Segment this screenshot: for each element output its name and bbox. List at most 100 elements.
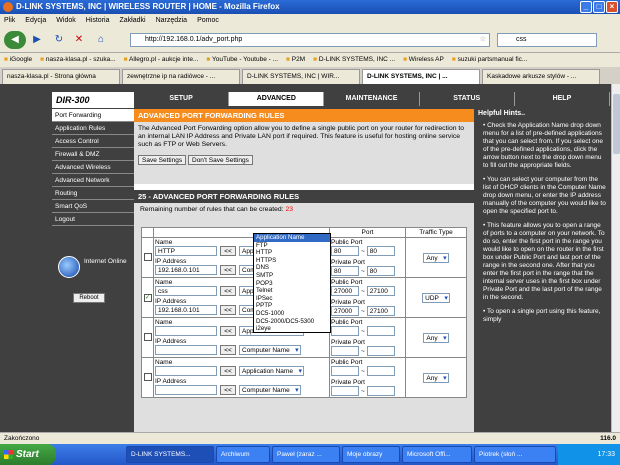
leftnav-access-control[interactable]: Access Control	[52, 135, 134, 148]
private-port-end[interactable]: 80	[366, 266, 395, 276]
dropdown-option[interactable]: PPTP	[254, 302, 330, 310]
bookmark-star-icon[interactable]: ☆	[480, 34, 486, 46]
public-port-end[interactable]: 27100	[366, 286, 395, 296]
dropdown-option[interactable]: SMTP	[254, 272, 330, 280]
dropdown-option[interactable]: Application Name	[254, 234, 330, 242]
rule-ip-input[interactable]	[155, 345, 217, 355]
menu-widok[interactable]: Widok	[56, 14, 75, 27]
tab-setup[interactable]: SETUP	[134, 92, 230, 106]
private-port-end[interactable]	[366, 346, 395, 356]
private-port-end[interactable]	[366, 386, 395, 396]
application-name-select[interactable]: Application Name	[239, 366, 304, 376]
start-button[interactable]: Start	[0, 444, 56, 465]
traffic-type-select[interactable]: Any	[423, 372, 449, 383]
search-input[interactable]: css	[497, 33, 597, 47]
bookmark-item[interactable]: D-LINK SYSTEMS, INC ...	[313, 53, 395, 67]
rule-name-input[interactable]	[155, 326, 217, 336]
tab-advanced[interactable]: ADVANCED	[229, 92, 325, 106]
leftnav-smart-qos[interactable]: Smart QoS	[52, 200, 134, 213]
menu-plik[interactable]: Plik	[4, 14, 15, 27]
private-port-start[interactable]	[331, 346, 359, 356]
bookmark-item[interactable]: nasza-klasa.pl - szuka...	[40, 53, 116, 67]
bookmark-item[interactable]: Allegro.pl - aukcje inte...	[124, 53, 198, 67]
dropdown-option[interactable]: Telnet	[254, 287, 330, 295]
leftnav-firewall-dmz[interactable]: Firewall & DMZ	[52, 148, 134, 161]
leftnav-port-forwarding[interactable]: Port Forwarding	[52, 109, 134, 122]
leftnav-application-rules[interactable]: Application Rules	[52, 122, 134, 135]
reload-icon[interactable]: ↻	[52, 31, 66, 49]
rule-ip-input[interactable]: 192.168.0.101	[155, 305, 217, 315]
home-icon[interactable]: ⌂	[94, 31, 108, 49]
fill-computer-button[interactable]: <<	[220, 265, 236, 275]
taskbar-item[interactable]: Piotrek (słoń ...	[474, 446, 556, 463]
dropdown-option[interactable]: DNS	[254, 264, 330, 272]
bookmark-item[interactable]: YouTube - Youtube - ...	[206, 53, 278, 67]
traffic-type-select[interactable]: UDP	[422, 292, 450, 303]
fill-computer-button[interactable]: <<	[220, 345, 236, 355]
private-port-end[interactable]: 27100	[366, 306, 395, 316]
rule-enable-checkbox[interactable]	[143, 372, 152, 381]
leftnav-routing[interactable]: Routing	[52, 187, 134, 200]
leftnav-logout[interactable]: Logout	[52, 213, 134, 226]
tab-dlink-1[interactable]: D-LINK SYSTEMS, INC | WIR...	[242, 69, 360, 84]
computer-name-select[interactable]: Computer Name	[239, 345, 301, 355]
minimize-button[interactable]: _	[580, 1, 592, 13]
menu-zakladki[interactable]: Zakładki	[119, 14, 145, 27]
tab-maintenance[interactable]: MAINTENANCE	[324, 92, 420, 106]
fill-app-button[interactable]: <<	[220, 246, 236, 256]
back-button[interactable]: ◀	[4, 31, 26, 49]
dropdown-option[interactable]: HTTP	[254, 249, 330, 257]
rule-enable-checkbox[interactable]	[143, 332, 152, 341]
bookmark-item[interactable]: iGoogle	[4, 53, 32, 67]
reboot-button[interactable]: Reboot	[73, 293, 105, 303]
bookmark-item[interactable]: P2M	[286, 53, 305, 67]
traffic-type-select[interactable]: Any	[423, 332, 449, 343]
tab-status[interactable]: STATUS	[419, 92, 515, 106]
taskbar-item[interactable]: D-LINK SYSTEMS...	[126, 446, 214, 463]
forward-button[interactable]: ▶	[28, 31, 46, 49]
taskbar-item[interactable]: Microsoft Offi...	[402, 446, 472, 463]
fill-computer-button[interactable]: <<	[220, 385, 236, 395]
private-port-start[interactable]	[331, 386, 359, 396]
page-scrollbar[interactable]	[611, 84, 620, 432]
menu-pomoc[interactable]: Pomoc	[197, 14, 219, 27]
dropdown-option[interactable]: POP3	[254, 280, 330, 288]
public-port-end[interactable]	[366, 326, 395, 336]
rule-name-input[interactable]	[155, 366, 217, 376]
stop-icon[interactable]: ✕	[72, 31, 86, 49]
dont-save-settings-button[interactable]: Don't Save Settings	[188, 155, 253, 165]
rule-ip-input[interactable]: 192.168.0.101	[155, 265, 217, 275]
rule-enable-checkbox[interactable]	[143, 252, 152, 261]
fill-app-button[interactable]: <<	[220, 366, 236, 376]
dropdown-option[interactable]: FTP	[254, 242, 330, 250]
fill-app-button[interactable]: <<	[220, 286, 236, 296]
private-port-start[interactable]: 80	[331, 266, 359, 276]
save-settings-button[interactable]: Save Settings	[138, 155, 187, 165]
url-bar[interactable]: http://192.168.0.1/adv_port.php ☆	[130, 33, 490, 47]
bookmark-item[interactable]: suzuki partsmanual fic...	[452, 53, 528, 67]
dropdown-option[interactable]: HTTPS	[254, 257, 330, 265]
tab-nasza-klasa[interactable]: nasza-klasa.pl - Strona główna	[2, 69, 120, 84]
rule-ip-input[interactable]	[155, 385, 217, 395]
dropdown-option[interactable]: DC5-1000	[254, 310, 330, 318]
leftnav-advanced-network[interactable]: Advanced Network	[52, 174, 134, 187]
leftnav-advanced-wireless[interactable]: Advanced Wireless	[52, 161, 134, 174]
rule-name-input[interactable]: HTTP	[155, 246, 217, 256]
maximize-button[interactable]: □	[593, 1, 605, 13]
traffic-type-select[interactable]: Any	[423, 252, 449, 263]
public-port-start[interactable]: 27000	[331, 286, 359, 296]
fill-computer-button[interactable]: <<	[220, 305, 236, 315]
public-port-start[interactable]	[331, 326, 359, 336]
dropdown-option[interactable]: i2eye	[254, 325, 330, 333]
tab-kaskadowe[interactable]: Kaskadowe arkusze stylów - ...	[482, 69, 600, 84]
tab-help[interactable]: HELP	[514, 92, 611, 106]
public-port-start[interactable]: 80	[331, 246, 359, 256]
computer-name-select[interactable]: Computer Name	[239, 385, 301, 395]
tab-zewnetrzne-ip[interactable]: zewnętrzne ip na radiówce - ...	[122, 69, 240, 84]
menu-narzedzia[interactable]: Narzędzia	[156, 14, 188, 27]
close-button[interactable]: ×	[606, 1, 618, 13]
public-port-end[interactable]	[366, 366, 395, 376]
menu-historia[interactable]: Historia	[86, 14, 110, 27]
private-port-start[interactable]: 27000	[331, 306, 359, 316]
bookmark-item[interactable]: Wireless AP	[403, 53, 444, 67]
